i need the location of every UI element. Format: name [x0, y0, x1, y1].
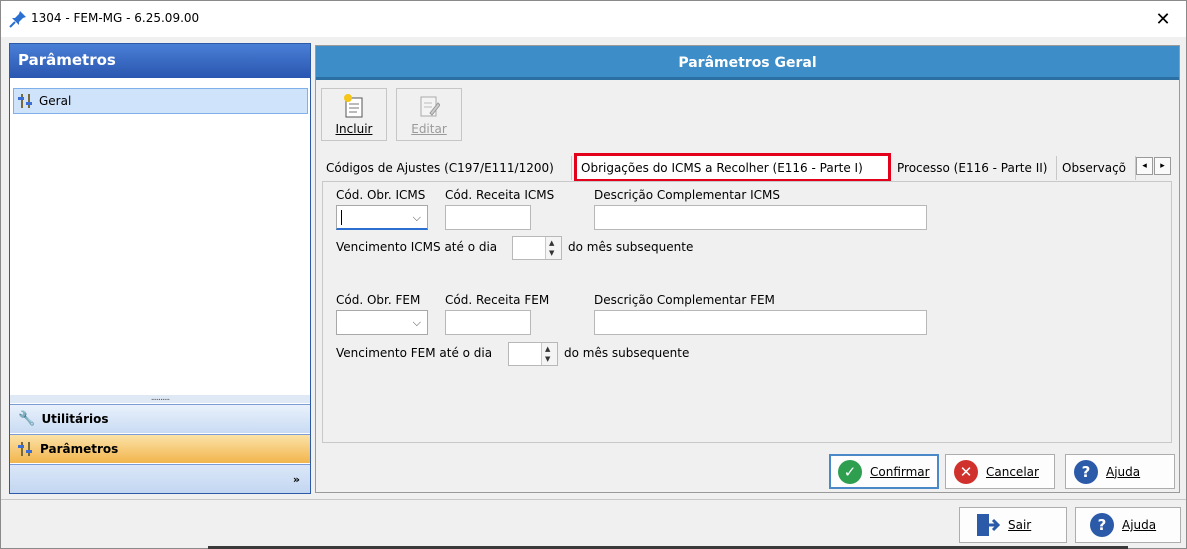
spin-down-icon: ▼	[545, 355, 551, 363]
nav-parametros[interactable]: Parâmetros	[10, 434, 310, 463]
title-bar: 1304 - FEM-MG - 6.25.09.00 ✕	[1, 1, 1186, 37]
cod-receita-icms-label: Cód. Receita ICMS	[445, 188, 555, 202]
exit-label: Sair	[1008, 518, 1032, 532]
tab-processo[interactable]: Processo (E116 - Parte II)	[893, 156, 1057, 180]
confirm-button[interactable]: ✓ Confirmar	[829, 454, 939, 489]
tab-scroll: ◂ ▸	[1136, 157, 1172, 175]
tab-scroll-right-button[interactable]: ▸	[1154, 157, 1171, 175]
edit-label: Editar	[411, 122, 447, 136]
left-panel-title: Parâmetros	[10, 44, 310, 78]
chevron-down-icon: ⌵	[412, 211, 421, 224]
spin-buttons[interactable]: ▲ ▼	[545, 237, 561, 259]
check-icon: ✓	[838, 459, 862, 484]
tab-codigos-ajustes[interactable]: Códigos de Ajustes (C197/E111/1200)	[322, 156, 572, 180]
cancel-button[interactable]: ✕ Cancelar	[945, 454, 1055, 489]
confirm-label: Confirmar	[870, 464, 930, 479]
bottom-help-label: Ajuda	[1122, 518, 1157, 532]
text-caret	[341, 210, 342, 225]
cancel-label: Cancelar	[986, 464, 1039, 479]
help-icon: ?	[1074, 459, 1098, 484]
cod-obr-fem-select[interactable]: ⌵	[336, 310, 428, 335]
chevron-down-icon: ⌵	[412, 316, 421, 329]
descricao-icms-input[interactable]	[594, 205, 927, 230]
sliders-icon	[18, 94, 34, 108]
spin-up-icon: ▲	[545, 345, 551, 353]
tab-obrigacoes-icms[interactable]: Obrigações do ICMS a Recolher (E116 - Pa…	[574, 153, 891, 182]
bottom-help-button[interactable]: ? Ajuda	[1075, 507, 1181, 543]
exit-button[interactable]: Sair	[959, 507, 1067, 543]
left-panel: Parâmetros Geral .......... 🔧 Utilitário…	[9, 43, 311, 494]
help-icon: ?	[1090, 513, 1114, 537]
nav-utilitarios-label: Utilitários	[41, 412, 109, 426]
descricao-icms-label: Descrição Complementar ICMS	[594, 188, 780, 202]
page-title: Parâmetros Geral	[316, 46, 1179, 80]
cod-obr-icms-select[interactable]: ⌵	[336, 205, 428, 230]
panel-splitter[interactable]: ..........	[10, 394, 310, 403]
new-document-icon	[344, 94, 363, 118]
tab-panel-obrigacoes: Cód. Obr. ICMS Cód. Receita ICMS Descriç…	[322, 181, 1172, 443]
bottom-divider	[1, 499, 1186, 500]
nav-more-button[interactable]: »	[10, 464, 310, 493]
double-chevron-icon: »	[292, 472, 300, 486]
cod-receita-icms-input[interactable]	[445, 205, 531, 230]
edit-document-icon	[420, 96, 440, 117]
vencimento-icms-suffix: do mês subsequente	[568, 240, 694, 254]
right-panel: Parâmetros Geral Incluir Editar Códigos …	[315, 45, 1180, 493]
tree-item-geral[interactable]: Geral	[13, 88, 308, 114]
vencimento-fem-label: Vencimento FEM até o dia	[336, 346, 493, 360]
tab-strip: Códigos de Ajustes (C197/E111/1200) Obri…	[322, 153, 1172, 182]
descricao-fem-label: Descrição Complementar FEM	[594, 293, 775, 307]
help-button[interactable]: ? Ajuda	[1065, 454, 1175, 489]
edit-button[interactable]: Editar	[396, 88, 462, 141]
include-label: Incluir	[335, 122, 373, 136]
exit-icon	[977, 514, 1000, 536]
tab-observacoes[interactable]: Observaçõ	[1058, 156, 1136, 180]
app-window: 1304 - FEM-MG - 6.25.09.00 ✕ Parâmetros …	[0, 0, 1187, 549]
include-button[interactable]: Incluir	[321, 88, 387, 141]
tab-scroll-left-button[interactable]: ◂	[1136, 157, 1153, 175]
arrow-right-icon: ▸	[1160, 161, 1165, 171]
cod-obr-fem-label: Cód. Obr. FEM	[336, 293, 421, 307]
nav-utilitarios[interactable]: 🔧 Utilitários	[10, 404, 310, 433]
close-button[interactable]: ✕	[1140, 1, 1186, 37]
vencimento-fem-stepper[interactable]: ▲ ▼	[508, 342, 558, 366]
cod-receita-fem-input[interactable]	[445, 310, 531, 335]
descricao-fem-input[interactable]	[594, 310, 927, 335]
spin-buttons[interactable]: ▲ ▼	[541, 343, 557, 365]
cancel-icon: ✕	[954, 459, 978, 484]
wrench-icon: 🔧	[18, 411, 36, 427]
help-label: Ajuda	[1106, 464, 1141, 479]
close-icon: ✕	[1155, 8, 1171, 30]
vencimento-fem-suffix: do mês subsequente	[564, 346, 690, 360]
spin-down-icon: ▼	[549, 249, 555, 257]
pin-icon	[9, 11, 26, 28]
window-title: 1304 - FEM-MG - 6.25.09.00	[31, 11, 200, 25]
nav-parametros-label: Parâmetros	[40, 442, 119, 456]
vencimento-icms-stepper[interactable]: ▲ ▼	[512, 236, 562, 260]
cod-obr-icms-label: Cód. Obr. ICMS	[336, 188, 426, 202]
sliders-icon	[18, 442, 34, 456]
spin-up-icon: ▲	[549, 239, 555, 247]
vencimento-icms-label: Vencimento ICMS até o dia	[336, 240, 498, 254]
tree-item-label: Geral	[39, 94, 72, 108]
arrow-left-icon: ◂	[1142, 161, 1147, 171]
cod-receita-fem-label: Cód. Receita FEM	[445, 293, 550, 307]
